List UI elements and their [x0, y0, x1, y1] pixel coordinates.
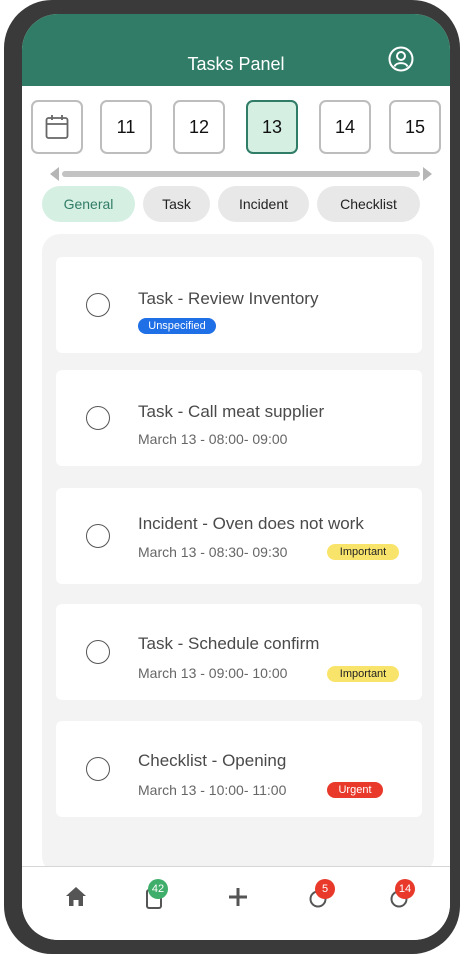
- priority-badge: Important: [327, 666, 399, 682]
- task-card[interactable]: Checklist - Opening March 13 - 10:00- 11…: [56, 721, 422, 817]
- date-13[interactable]: 13: [246, 100, 298, 154]
- checklists-count-badge: 14: [395, 879, 415, 899]
- date-12[interactable]: 12: [173, 100, 225, 154]
- date-15[interactable]: 15: [389, 100, 441, 154]
- page-title: Tasks Panel: [187, 54, 285, 74]
- task-checkbox[interactable]: [86, 406, 110, 430]
- task-card[interactable]: Incident - Oven does not work March 13 -…: [56, 488, 422, 584]
- tab-general[interactable]: General: [42, 186, 135, 222]
- incidents-nav-button[interactable]: 5: [306, 879, 335, 911]
- bottom-nav: 42 5 14: [22, 866, 450, 940]
- task-title: Task - Schedule confirm: [138, 634, 320, 653]
- task-card[interactable]: Task - Call meat supplier March 13 - 08:…: [56, 370, 422, 466]
- date-14[interactable]: 14: [319, 100, 371, 154]
- scroll-right-icon[interactable]: [423, 167, 432, 181]
- app-screen: Tasks Panel 11 12 13 14 15 General Task …: [22, 14, 450, 940]
- task-list: Task - Review Inventory Unspecified Task…: [42, 234, 434, 874]
- tab-incident[interactable]: Incident: [218, 186, 309, 222]
- task-time: March 13 - 10:00- 11:00: [138, 782, 287, 798]
- incidents-count-badge: 5: [315, 879, 335, 899]
- tab-task[interactable]: Task: [143, 186, 210, 222]
- date-scrollbar[interactable]: [50, 166, 432, 182]
- task-time: March 13 - 08:00- 09:00: [138, 431, 288, 447]
- tab-checklist[interactable]: Checklist: [317, 186, 420, 222]
- task-title: Task - Call meat supplier: [138, 402, 325, 421]
- app-header: Tasks Panel: [22, 14, 450, 86]
- task-title: Checklist - Opening: [138, 751, 287, 770]
- checklists-nav-button[interactable]: 14: [387, 879, 415, 911]
- priority-badge: Unspecified: [138, 318, 216, 334]
- calendar-icon: [45, 115, 69, 139]
- task-checkbox[interactable]: [86, 524, 110, 548]
- calendar-button[interactable]: [31, 100, 83, 154]
- task-card[interactable]: Task - Schedule confirm March 13 - 09:00…: [56, 604, 422, 700]
- plus-icon[interactable]: [224, 883, 252, 911]
- task-checkbox[interactable]: [86, 757, 110, 781]
- scroll-thumb[interactable]: [62, 171, 420, 177]
- task-time: March 13 - 08:30- 09:30: [138, 544, 288, 560]
- date-selector: 11 12 13 14 15: [31, 100, 441, 154]
- task-time: March 13 - 09:00- 10:00: [138, 665, 288, 681]
- task-checkbox[interactable]: [86, 640, 110, 664]
- task-checkbox[interactable]: [86, 293, 110, 317]
- priority-badge: Urgent: [327, 782, 383, 798]
- date-11[interactable]: 11: [100, 100, 152, 154]
- home-icon[interactable]: [62, 883, 90, 911]
- priority-badge: Important: [327, 544, 399, 560]
- scroll-left-icon[interactable]: [50, 167, 59, 181]
- task-title: Task - Review Inventory: [138, 289, 319, 308]
- tasks-count-badge: 42: [148, 879, 168, 899]
- task-title: Incident - Oven does not work: [138, 514, 364, 533]
- task-card[interactable]: Task - Review Inventory Unspecified: [56, 257, 422, 353]
- phone-frame: Tasks Panel 11 12 13 14 15 General Task …: [4, 0, 460, 954]
- user-circle-icon[interactable]: [388, 46, 414, 72]
- tasks-nav-button[interactable]: 42: [140, 879, 168, 911]
